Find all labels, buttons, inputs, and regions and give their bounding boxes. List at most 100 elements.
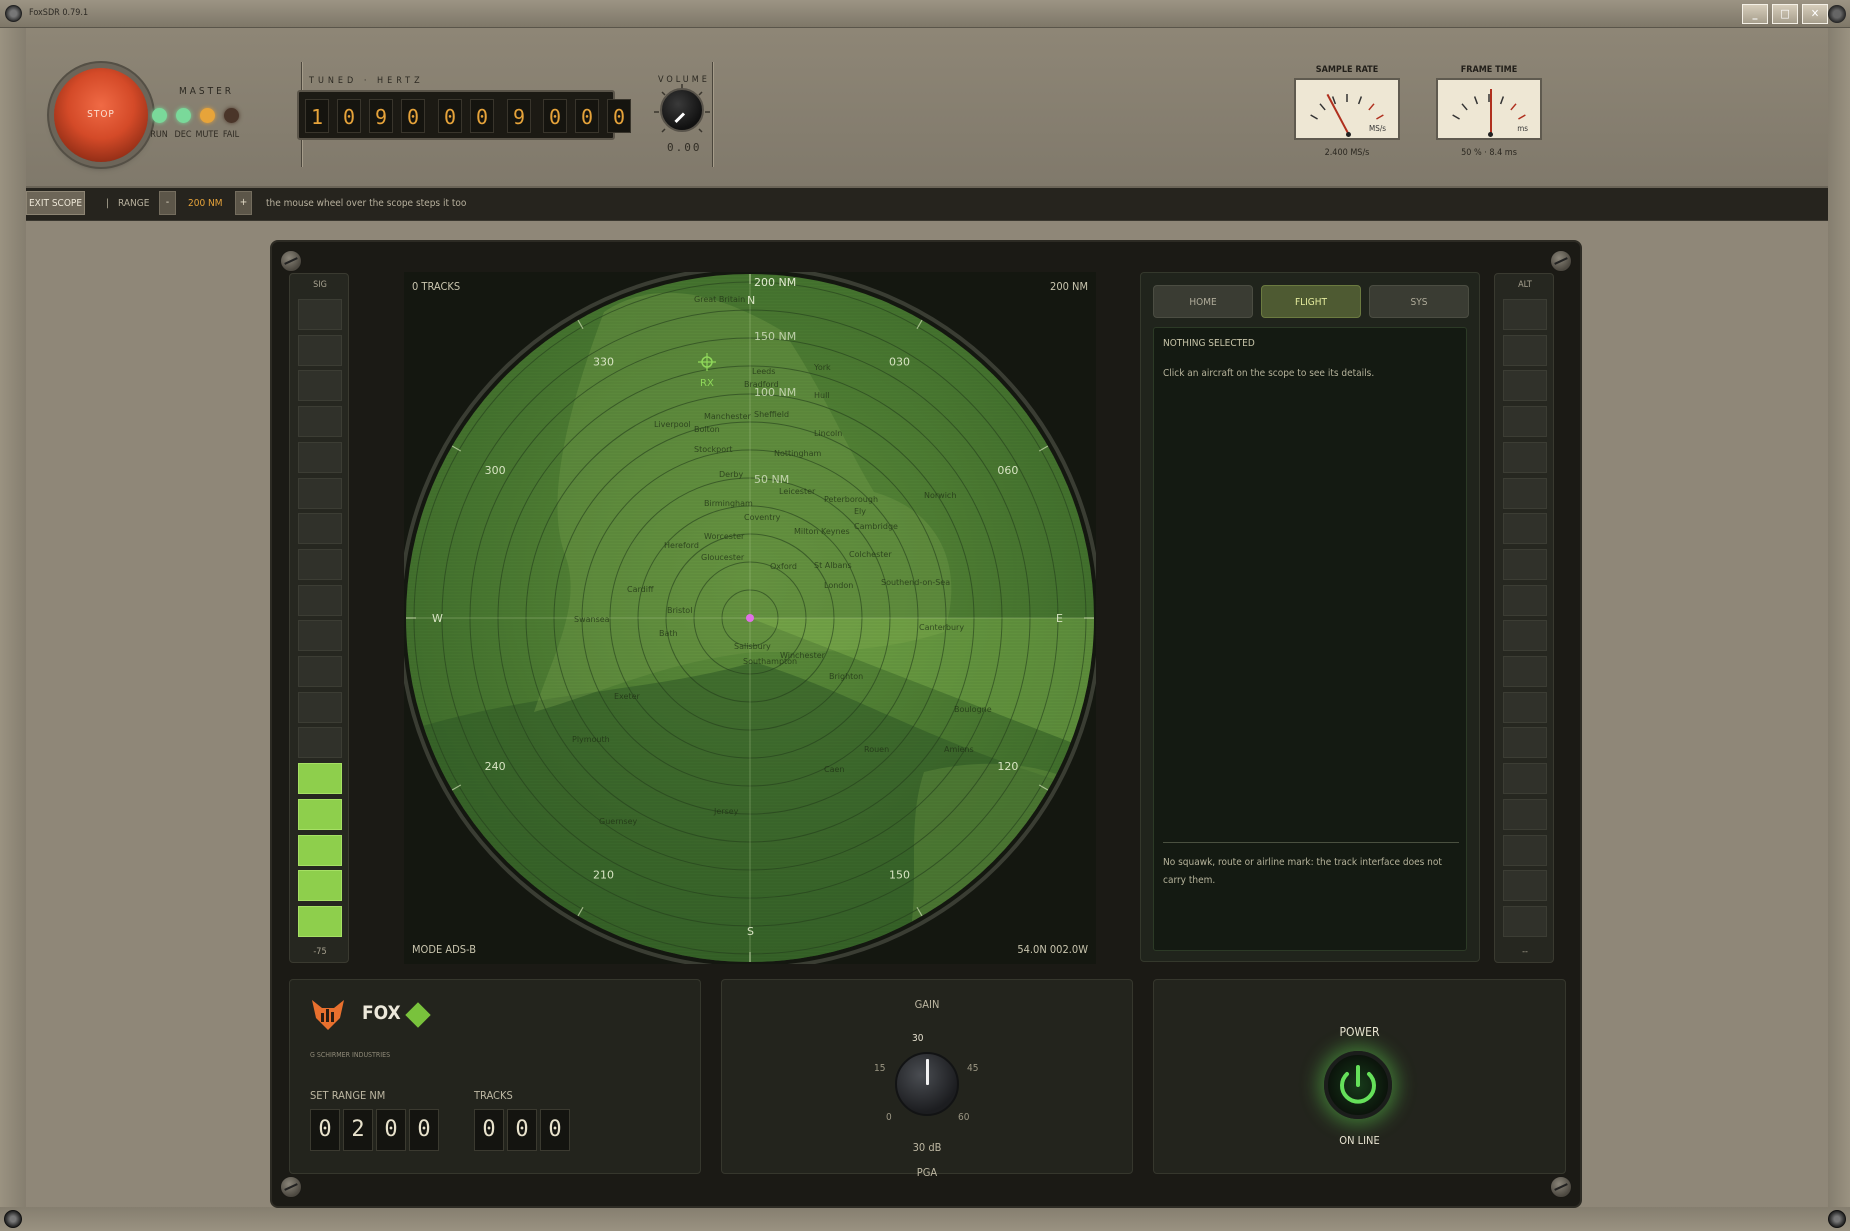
map-place-label: London bbox=[824, 581, 853, 590]
frequency-digit[interactable]: 0 bbox=[543, 99, 567, 133]
map-place-label: Oxford bbox=[770, 562, 797, 571]
map-place-label: Milton Keynes bbox=[794, 527, 850, 536]
position-readout: 54.0N 002.0W bbox=[1017, 943, 1088, 956]
tab-home[interactable]: HOME bbox=[1153, 285, 1253, 318]
map-place-label: Rouen bbox=[864, 745, 889, 754]
altitude-segment bbox=[1503, 870, 1547, 902]
altitude-segment bbox=[1503, 763, 1547, 795]
altitude-segment bbox=[1503, 334, 1547, 366]
tuned-hertz-label: TUNED · HERTZ bbox=[309, 76, 424, 86]
tab-sys[interactable]: SYS bbox=[1369, 285, 1469, 318]
map-place-label: Nottingham bbox=[774, 449, 821, 458]
frequency-digit[interactable]: 0 bbox=[401, 99, 425, 133]
toolbar-hint: the mouse wheel over the scope steps it … bbox=[266, 198, 467, 209]
map-place-label: Lincoln bbox=[814, 429, 842, 438]
map-place-label: Salisbury bbox=[734, 642, 771, 651]
range-digit[interactable]: 0 bbox=[310, 1109, 340, 1151]
gain-knob[interactable] bbox=[895, 1052, 959, 1116]
radar-scope[interactable]: Great Britain Leeds York Hull Bradford Manche… bbox=[404, 272, 1096, 964]
signal-meter: SIG -75 bbox=[289, 273, 349, 963]
corner-knob-icon bbox=[1828, 5, 1846, 23]
volume-knob[interactable] bbox=[660, 88, 704, 132]
range-decrease-button[interactable]: - bbox=[159, 191, 176, 215]
brand-name: FOX bbox=[362, 1002, 401, 1024]
info-panel: NOTHING SELECTED Click an aircraft on th… bbox=[1140, 272, 1480, 962]
range-digit[interactable]: 0 bbox=[376, 1109, 406, 1151]
map-place-label: Colchester bbox=[849, 550, 892, 559]
map-place-label: Cardiff bbox=[627, 585, 654, 594]
frequency-digit[interactable]: 9 bbox=[507, 99, 531, 133]
signal-segment bbox=[298, 834, 342, 866]
tab-flight[interactable]: FLIGHT bbox=[1261, 285, 1361, 318]
track-digit: 0 bbox=[507, 1109, 537, 1151]
signal-segment bbox=[298, 620, 342, 652]
led-fail bbox=[224, 108, 239, 123]
signal-segment bbox=[298, 441, 342, 473]
signal-segment bbox=[298, 477, 342, 509]
range-ring-label: 200 NM bbox=[754, 276, 796, 289]
own-position-marker-icon bbox=[746, 614, 754, 622]
power-button[interactable] bbox=[1324, 1051, 1392, 1119]
range-increase-button[interactable]: + bbox=[235, 191, 252, 215]
rx-label: RX bbox=[700, 378, 714, 389]
altitude-segment bbox=[1503, 691, 1547, 723]
map-place-label: Worcester bbox=[704, 532, 745, 541]
map-place-label: Bolton bbox=[694, 425, 720, 434]
close-button[interactable]: ✕ bbox=[1802, 4, 1828, 24]
range-ring-label: 100 NM bbox=[754, 386, 796, 399]
alt-label: ALT bbox=[1518, 280, 1532, 290]
frequency-digit[interactable]: 0 bbox=[438, 99, 462, 133]
stop-button[interactable]: STOP bbox=[54, 68, 148, 162]
gain-scale-30: 30 bbox=[912, 1033, 924, 1044]
bearing-label: 210 bbox=[593, 868, 614, 881]
cardinal-n: N bbox=[747, 294, 755, 307]
maximize-button[interactable]: □ bbox=[1772, 4, 1798, 24]
radar-display[interactable]: Great BritainLeeds YorkHullBradfordManche… bbox=[404, 272, 1096, 964]
frequency-digit[interactable]: 0 bbox=[470, 99, 494, 133]
scope-toolbar: EXIT SCOPE | RANGE - 200 NM + the mouse … bbox=[26, 188, 1828, 221]
bearing-label: 120 bbox=[997, 760, 1018, 773]
range-digit[interactable]: 0 bbox=[409, 1109, 439, 1151]
frequency-digit[interactable]: 0 bbox=[337, 99, 361, 133]
map-place-label: Boulogne bbox=[954, 705, 992, 714]
led-run bbox=[152, 108, 167, 123]
tracks-label: TRACKS bbox=[474, 1089, 513, 1102]
screw-icon bbox=[280, 250, 302, 272]
frequency-digit[interactable]: 0 bbox=[575, 99, 599, 133]
map-place-label: Manchester bbox=[704, 412, 751, 421]
frequency-digit[interactable]: 9 bbox=[369, 99, 393, 133]
meter-pivot bbox=[1346, 132, 1351, 137]
minimize-button[interactable]: _ bbox=[1742, 4, 1768, 24]
frame-right bbox=[1828, 28, 1850, 1208]
led-mute bbox=[200, 108, 215, 123]
app-icon[interactable] bbox=[5, 5, 22, 22]
frame-left bbox=[0, 28, 26, 1208]
map-place-label: Liverpool bbox=[654, 420, 691, 429]
meter-unit: MS/s bbox=[1369, 124, 1386, 133]
title-bar: FoxSDR 0.79.1 _ □ ✕ bbox=[0, 0, 1850, 28]
cardinal-e: E bbox=[1056, 612, 1063, 625]
meter-label: SAMPLE RATE bbox=[1315, 65, 1379, 75]
signal-segment bbox=[298, 691, 342, 723]
map-place-label: Cambridge bbox=[854, 522, 898, 531]
bottom-panel-row: FOX G SCHIRMER INDUSTRIES SET RANGE NM T… bbox=[289, 979, 1566, 1179]
bearing-label: 030 bbox=[889, 356, 910, 369]
selection-text: Click an aircraft on the scope to see it… bbox=[1163, 368, 1375, 379]
exit-scope-button[interactable]: EXIT SCOPE bbox=[26, 191, 85, 215]
range-ring-label: 50 NM bbox=[754, 473, 789, 486]
frequency-display[interactable]: 1090009000 bbox=[297, 90, 631, 140]
range-readout: 200 NM bbox=[1050, 280, 1088, 293]
bearing-label: 330 bbox=[593, 356, 614, 369]
divider bbox=[1163, 842, 1459, 843]
bearing-label: 060 bbox=[997, 464, 1018, 477]
map-place-label: St Albans bbox=[814, 561, 852, 570]
master-label: MASTER bbox=[179, 86, 235, 97]
gain-scale-60: 60 bbox=[958, 1112, 970, 1123]
gain-scale-45: 45 bbox=[967, 1063, 979, 1074]
altitude-segment bbox=[1503, 441, 1547, 473]
meter-caption: 2.400 MS/s bbox=[1324, 148, 1370, 158]
frequency-digit[interactable]: 1 bbox=[305, 99, 329, 133]
brand-maker: G SCHIRMER INDUSTRIES bbox=[310, 1051, 391, 1059]
frequency-digit[interactable]: 0 bbox=[607, 99, 631, 133]
range-digit[interactable]: 2 bbox=[343, 1109, 373, 1151]
